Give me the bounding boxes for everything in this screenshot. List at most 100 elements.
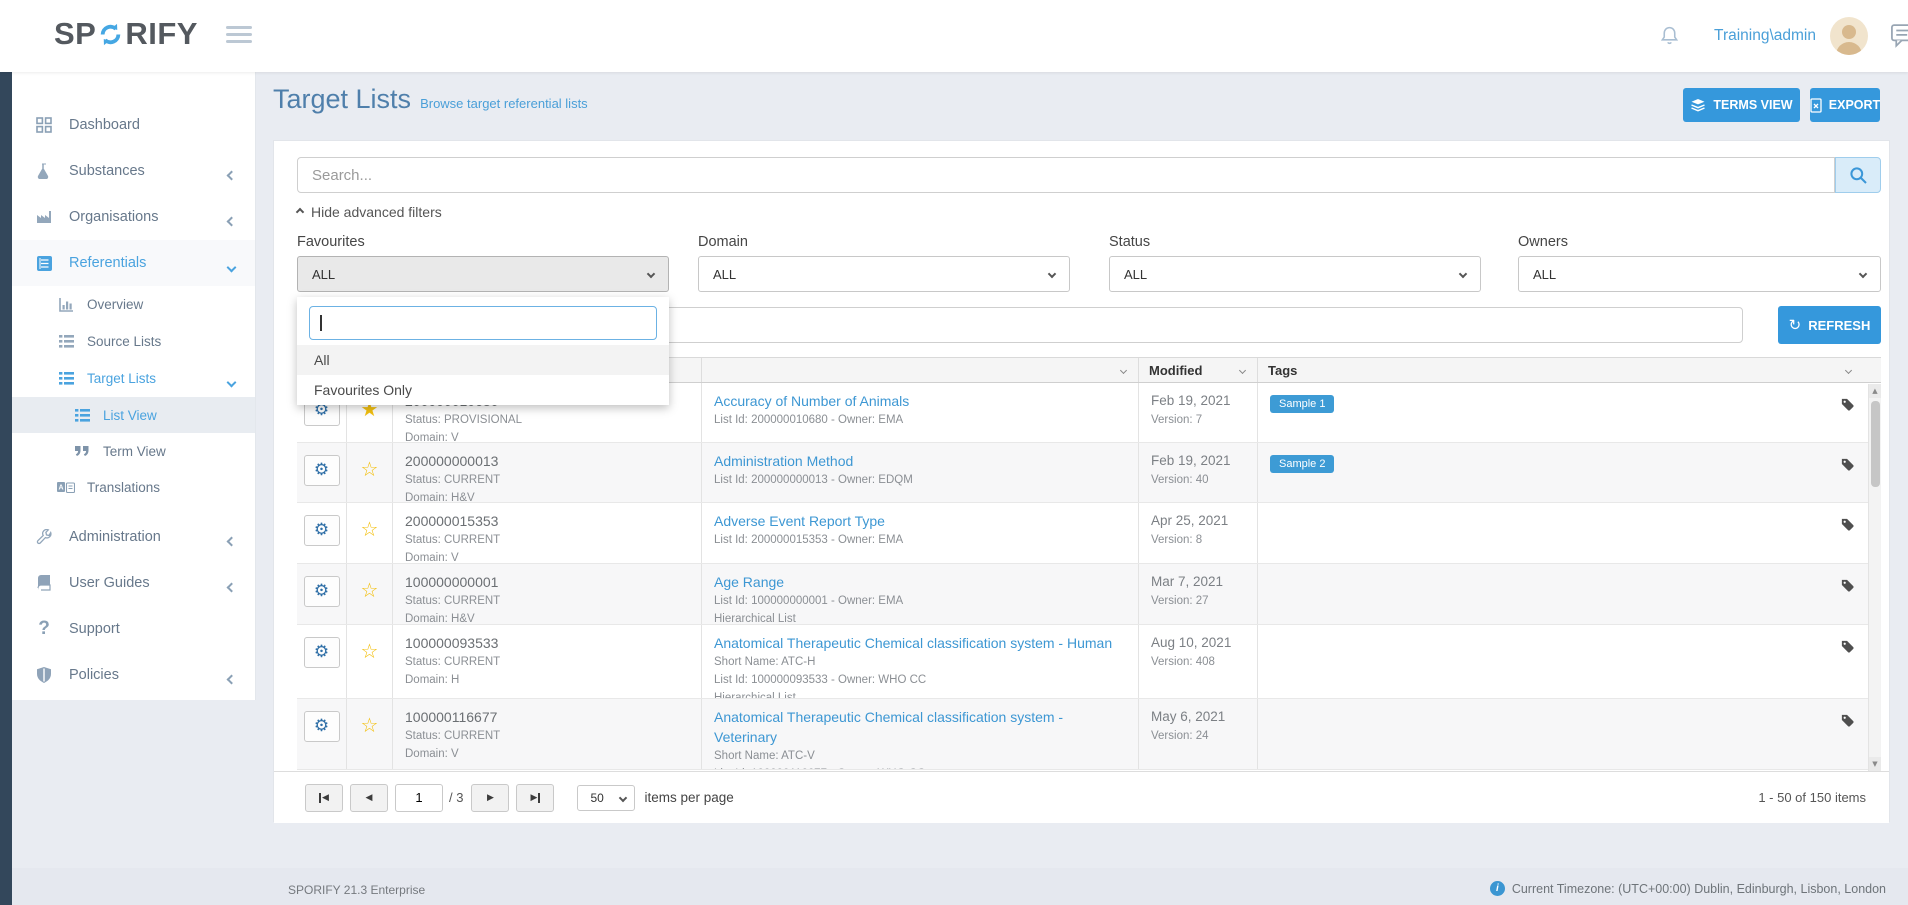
sidebar-item-organisations[interactable]: Organisations [12, 194, 255, 240]
gear-icon: ⚙ [314, 462, 329, 479]
list-domain: Domain: V [405, 549, 689, 563]
next-page-button[interactable]: ▶ [471, 784, 509, 812]
sidebar-item-translations[interactable]: A Translations [12, 469, 255, 506]
sort-chevron-icon[interactable] [1120, 367, 1127, 374]
name-column-header[interactable] [701, 358, 1138, 382]
sidebar-item-overview[interactable]: Overview [12, 286, 255, 323]
feedback-chat-icon[interactable] [1890, 24, 1908, 48]
shield-icon [34, 667, 54, 683]
info-icon: i [1490, 881, 1505, 896]
last-page-button[interactable]: ▶ [516, 784, 554, 812]
previous-page-button[interactable]: ◀ [350, 784, 388, 812]
sidebar-item-user-guides[interactable]: User Guides [12, 560, 255, 606]
export-button[interactable]: EXPORT [1810, 88, 1880, 122]
total-pages-label: / 3 [449, 790, 463, 805]
list-name-link[interactable]: Anatomical Therapeutic Chemical classifi… [714, 633, 1112, 653]
first-page-button[interactable]: ◀ [305, 784, 343, 812]
list-status: Status: CURRENT [405, 592, 689, 610]
list-name-link[interactable]: Age Range [714, 572, 784, 592]
dropdown-search-input[interactable] [309, 306, 657, 340]
row-actions-button[interactable]: ⚙ [304, 515, 340, 546]
target-lists-table: Modified Tags ⚙ ★ 200000010680 Status: P… [297, 357, 1881, 771]
sidebar-item-policies[interactable]: Policies [12, 652, 255, 698]
tags-column-header[interactable]: Tags [1257, 358, 1881, 382]
favourite-star-icon[interactable]: ☆ [361, 580, 379, 624]
scroll-up-icon[interactable]: ▲ [1869, 384, 1881, 398]
tag-icon[interactable] [1840, 397, 1855, 412]
sidebar: Dashboard Substances Organisations [12, 72, 256, 700]
tag-icon[interactable] [1840, 639, 1855, 654]
owners-select[interactable]: ALL [1518, 256, 1881, 292]
hide-advanced-filters-toggle[interactable]: Hide advanced filters [297, 204, 442, 220]
items-per-page-select[interactable]: 50 [577, 785, 635, 811]
list-status: Status: CURRENT [405, 727, 689, 745]
sidebar-label: List View [103, 408, 157, 423]
favourite-star-icon[interactable]: ☆ [361, 715, 379, 769]
favourites-select[interactable]: ALL [297, 256, 669, 292]
notifications-bell-icon[interactable] [1659, 25, 1680, 47]
sidebar-item-referentials[interactable]: Referentials [12, 240, 255, 286]
list-status: Status: CURRENT [405, 471, 689, 489]
sort-chevron-icon[interactable] [1239, 367, 1246, 374]
chevron-down-icon [619, 793, 627, 801]
sidebar-item-term-view[interactable]: Term View [12, 433, 255, 469]
page-number-input[interactable] [395, 784, 443, 812]
favourite-star-icon[interactable]: ☆ [361, 519, 379, 563]
avatar[interactable] [1830, 17, 1868, 55]
user-menu[interactable]: Training\admin [1714, 27, 1816, 45]
modified-date: Feb 19, 2021 [1151, 451, 1245, 471]
domain-select[interactable]: ALL [698, 256, 1070, 292]
app-root: SP RIFY Training\admin [0, 0, 1908, 905]
table-scrollbar[interactable]: ▲ ▼ [1868, 384, 1881, 771]
modified-column-header[interactable]: Modified [1138, 358, 1257, 382]
search-button[interactable] [1835, 157, 1881, 193]
table-row: ⚙ ☆ 100000116677 Status: CURRENT Domain:… [297, 699, 1881, 770]
list-detail: List Id: 200000010680 - Owner: EMA [714, 411, 1126, 429]
row-actions-button[interactable]: ⚙ [304, 455, 340, 486]
target-lists-panel: Hide advanced filters Favourites Domain … [273, 140, 1890, 822]
sidebar-item-dashboard[interactable]: Dashboard [12, 102, 255, 148]
row-actions-button[interactable]: ⚙ [304, 576, 340, 607]
sidebar-item-administration[interactable]: Administration [12, 514, 255, 560]
search-input[interactable] [297, 157, 1835, 193]
list-name-link[interactable]: Adverse Event Report Type [714, 511, 885, 531]
sidebar-item-target-lists[interactable]: Target Lists [12, 360, 255, 397]
scrollbar-thumb[interactable] [1871, 401, 1880, 487]
list-detail: Hierarchical List [714, 689, 1126, 698]
tag-icon[interactable] [1840, 457, 1855, 472]
sidebar-item-list-view[interactable]: List View [12, 397, 255, 433]
dropdown-option-favourites-only[interactable]: Favourites Only [297, 375, 669, 405]
sporify-logo[interactable]: SP RIFY [54, 16, 198, 52]
favourite-star-icon[interactable]: ☆ [361, 641, 379, 698]
tag-icon[interactable] [1840, 713, 1855, 728]
terms-view-button[interactable]: TERMS VIEW [1683, 88, 1800, 122]
status-select[interactable]: ALL [1109, 256, 1481, 292]
translation-icon: A [56, 482, 76, 493]
sidebar-label: Source Lists [87, 334, 161, 349]
chevron-left-icon [227, 583, 237, 593]
sidebar-item-support[interactable]: ? Support [12, 606, 255, 652]
menu-toggle-icon[interactable] [226, 26, 252, 47]
scroll-down-icon[interactable]: ▼ [1869, 757, 1881, 771]
tag-icon[interactable] [1840, 578, 1855, 593]
list-status: Status: CURRENT [405, 531, 689, 549]
favourite-star-icon[interactable]: ★ [361, 399, 379, 442]
dropdown-option-all[interactable]: All [297, 345, 669, 375]
tag-icon[interactable] [1840, 517, 1855, 532]
top-bar: SP RIFY Training\admin [0, 0, 1908, 72]
row-actions-button[interactable]: ⚙ [304, 637, 340, 668]
list-name-link[interactable]: Accuracy of Number of Animals [714, 391, 909, 411]
book-icon [34, 575, 54, 591]
pagination-bar: ◀ ◀ / 3 ▶ ▶ 50 items per page 1 - 50 of … [274, 771, 1889, 823]
list-domain: Domain: H&V [405, 489, 689, 502]
sort-chevron-icon[interactable] [1845, 367, 1852, 374]
version: Version: 8 [1151, 531, 1245, 549]
list-name-link[interactable]: Anatomical Therapeutic Chemical classifi… [714, 707, 1126, 747]
sidebar-item-source-lists[interactable]: Source Lists [12, 323, 255, 360]
page-title: Target Lists [273, 84, 411, 115]
list-name-link[interactable]: Administration Method [714, 451, 853, 471]
favourite-star-icon[interactable]: ☆ [361, 459, 379, 502]
row-actions-button[interactable]: ⚙ [304, 711, 340, 742]
sidebar-item-substances[interactable]: Substances [12, 148, 255, 194]
refresh-button[interactable]: ↻ REFRESH [1778, 306, 1881, 344]
